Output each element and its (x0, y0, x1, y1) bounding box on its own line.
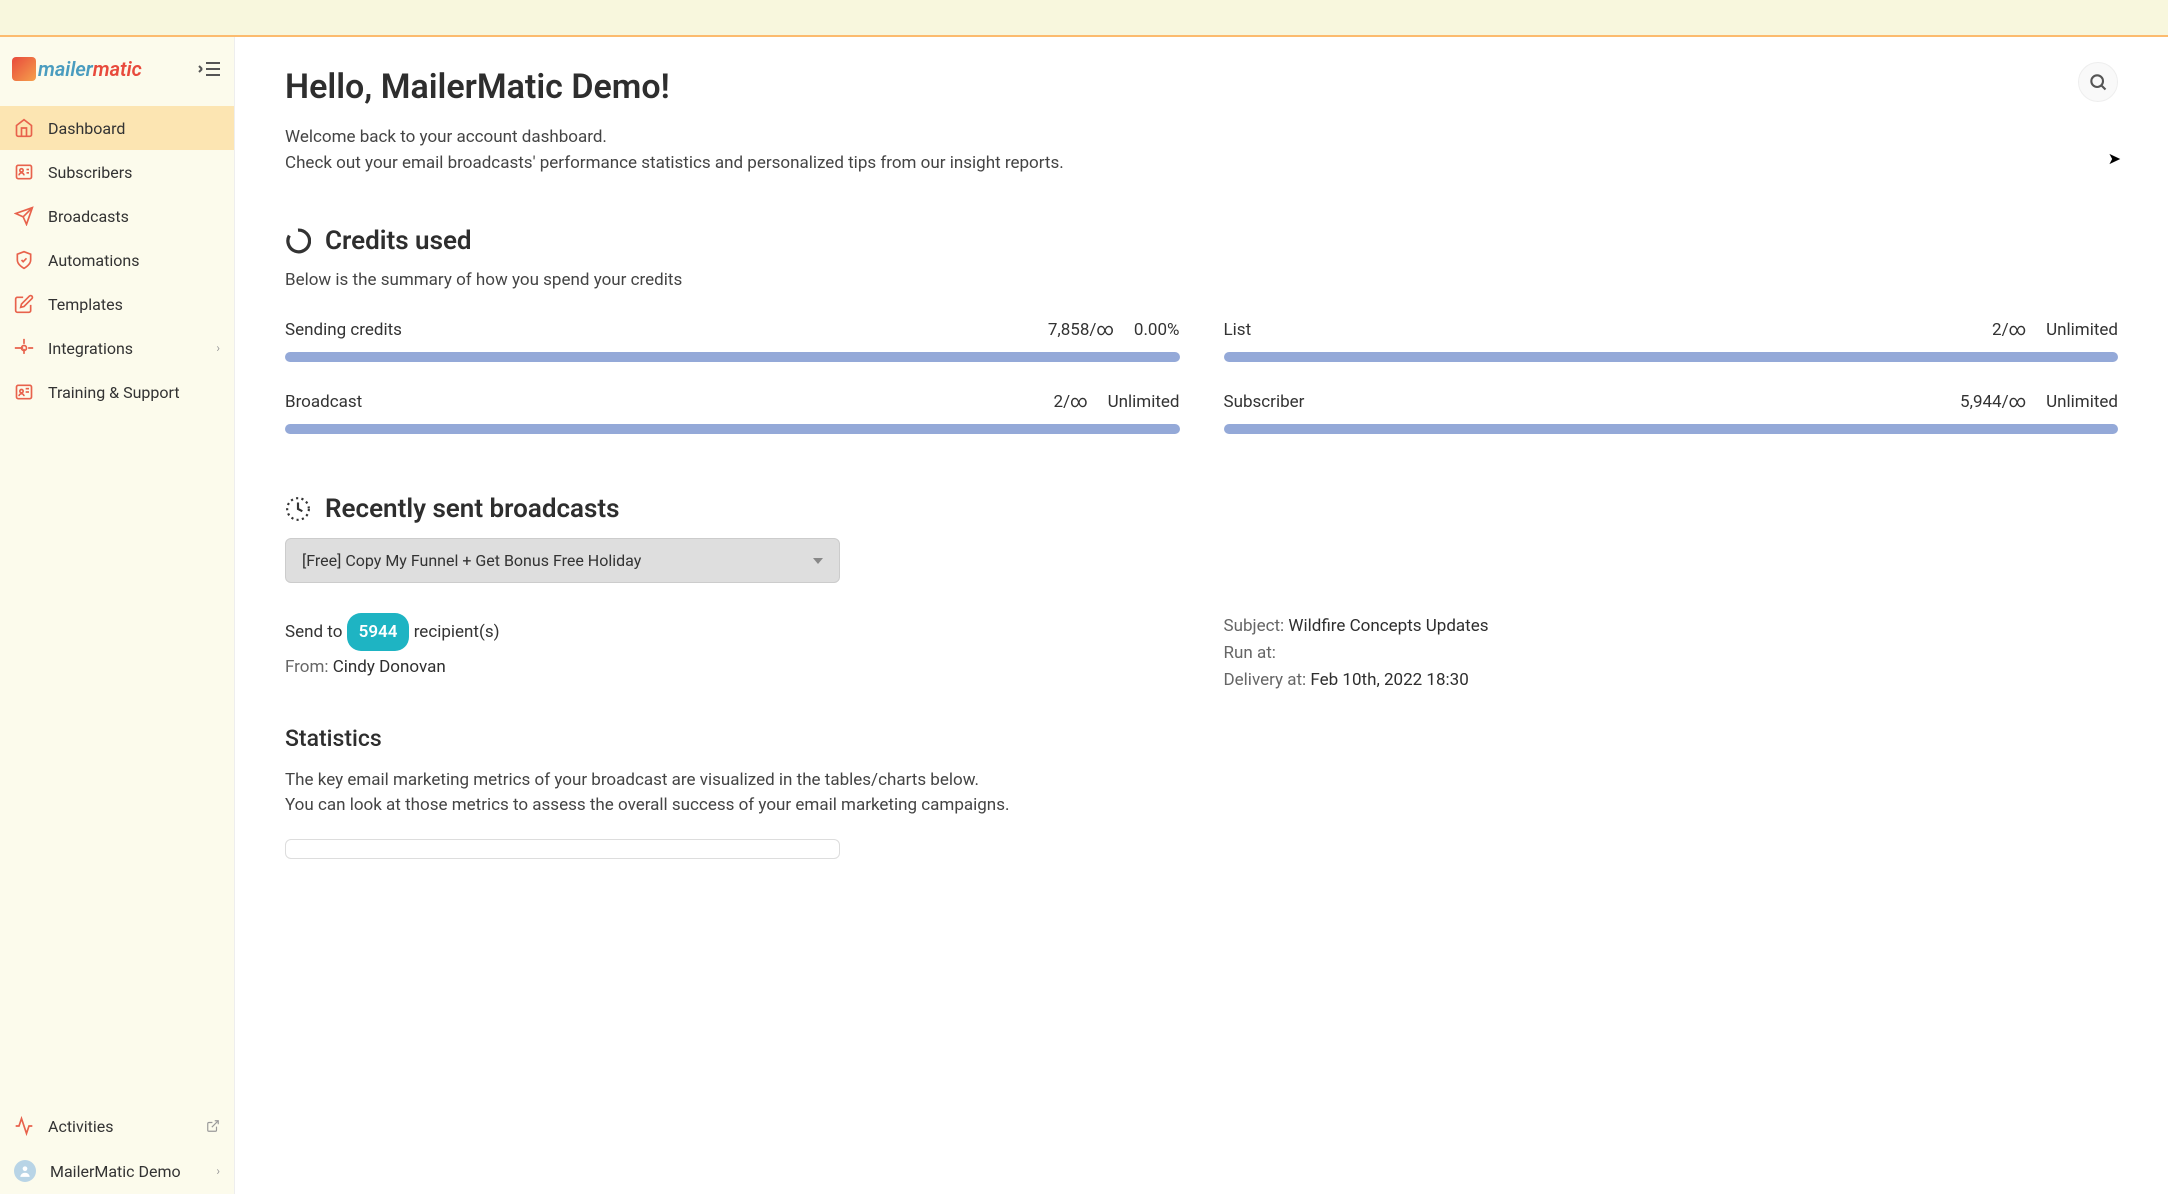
recipients-suffix: recipient(s) (414, 622, 500, 642)
clock-dotted-icon (285, 496, 311, 522)
search-button[interactable] (2078, 62, 2118, 102)
nav-item-subscribers[interactable]: Subscribers (0, 150, 234, 194)
credit-status: 0.00% (1134, 320, 1180, 340)
shield-check-icon (14, 250, 34, 270)
credit-status: Unlimited (1108, 392, 1180, 412)
credit-count: 5,944/∞ (1960, 392, 2026, 412)
page-title: Hello, MailerMatic Demo! (285, 67, 2118, 107)
nav-label: Integrations (48, 339, 202, 358)
sidebar-header: mailermatic (0, 37, 234, 106)
credit-status: Unlimited (2046, 320, 2118, 340)
logo[interactable]: mailermatic (12, 57, 142, 81)
search-icon (2088, 72, 2108, 92)
nav-label: Activities (48, 1117, 192, 1136)
collapse-sidebar-button[interactable] (198, 60, 222, 78)
edit-icon (14, 294, 34, 314)
credits-header: Credits used (285, 226, 2118, 256)
credit-count: 2/∞ (1992, 320, 2026, 340)
credits-grid: Sending credits 7,858/∞ 0.00% List 2/∞ U… (285, 320, 2118, 434)
nav-item-user-profile[interactable]: MailerMatic Demo › (0, 1148, 234, 1194)
statistics-text: The key email marketing metrics of your … (285, 768, 2118, 819)
home-icon (14, 118, 34, 138)
credit-label: Subscriber (1224, 392, 1305, 412)
nav-label: Dashboard (48, 119, 220, 138)
credits-subtitle: Below is the summary of how you spend yo… (285, 270, 2118, 290)
users-icon (14, 162, 34, 182)
broadcasts-header: Recently sent broadcasts (285, 494, 2118, 524)
nav-list: Dashboard Subscribers Broadcasts Automat… (0, 106, 234, 1104)
broadcast-select[interactable]: [Free] Copy My Funnel + Get Bonus Free H… (285, 538, 840, 583)
nav-item-dashboard[interactable]: Dashboard (0, 106, 234, 150)
avatar-icon (14, 1160, 36, 1182)
detail-right: Subject: Wildfire Concepts Updates Run a… (1224, 613, 2119, 695)
nav-label: Training & Support (48, 383, 220, 402)
credit-count: 2/∞ (1054, 392, 1088, 412)
progress-bar (285, 352, 1180, 362)
sidebar-bottom: Activities MailerMatic Demo › (0, 1104, 234, 1194)
detail-left: Send to 5944 recipient(s) From: Cindy Do… (285, 613, 1180, 695)
credit-count: 7,858/∞ (1048, 320, 1114, 340)
progress-bar (1224, 424, 2119, 434)
nav-label: Broadcasts (48, 207, 220, 226)
nav-label: Templates (48, 295, 220, 314)
caret-down-icon (813, 556, 823, 566)
chart-donut-icon (285, 228, 311, 254)
welcome-text: Welcome back to your account dashboard. … (285, 125, 2118, 176)
statistics-line1: The key email marketing metrics of your … (285, 768, 2118, 794)
statistics-chart-placeholder (285, 839, 840, 859)
delivery-value: Feb 10th, 2022 18:30 (1310, 670, 1468, 690)
nav-item-training-support[interactable]: Training & Support (0, 370, 234, 414)
send-to-prefix: Send to (285, 622, 342, 642)
broadcasts-title: Recently sent broadcasts (325, 494, 619, 524)
broadcast-details: Send to 5944 recipient(s) From: Cindy Do… (285, 613, 2118, 695)
chevron-right-icon: › (216, 1164, 220, 1178)
refresh-icon (14, 338, 34, 358)
credit-status: Unlimited (2046, 392, 2118, 412)
book-icon (14, 382, 34, 402)
nav-item-broadcasts[interactable]: Broadcasts (0, 194, 234, 238)
credit-label: Broadcast (285, 392, 362, 412)
credit-label: List (1224, 320, 1252, 340)
nav-item-integrations[interactable]: Integrations › (0, 326, 234, 370)
nav-item-automations[interactable]: Automations (0, 238, 234, 282)
logo-text: mailermatic (38, 57, 142, 81)
credit-broadcast: Broadcast 2/∞ Unlimited (285, 392, 1180, 434)
credits-title: Credits used (325, 226, 472, 256)
credit-subscriber: Subscriber 5,944/∞ Unlimited (1224, 392, 2119, 434)
app-container: mailermatic Dashboard (0, 37, 2168, 1194)
external-link-icon (206, 1119, 220, 1133)
progress-bar (285, 424, 1180, 434)
subject-value: Wildfire Concepts Updates (1288, 616, 1488, 636)
delivery-label: Delivery at: (1224, 670, 1307, 690)
nav-item-activities[interactable]: Activities (0, 1104, 234, 1148)
welcome-line2: Check out your email broadcasts' perform… (285, 151, 2118, 177)
statistics-line2: You can look at those metrics to assess … (285, 793, 2118, 819)
credit-label: Sending credits (285, 320, 402, 340)
sidebar: mailermatic Dashboard (0, 37, 235, 1194)
credit-sending: Sending credits 7,858/∞ 0.00% (285, 320, 1180, 362)
welcome-line1: Welcome back to your account dashboard. (285, 125, 2118, 151)
activity-icon (14, 1116, 34, 1136)
top-banner (0, 0, 2168, 37)
nav-label: Subscribers (48, 163, 220, 182)
nav-label: Automations (48, 251, 220, 270)
main-content: Hello, MailerMatic Demo! Welcome back to… (235, 37, 2168, 1194)
broadcast-selected-value: [Free] Copy My Funnel + Get Bonus Free H… (302, 551, 641, 570)
chevron-right-icon: › (216, 341, 220, 355)
user-name: MailerMatic Demo (50, 1162, 202, 1181)
from-value: Cindy Donovan (333, 657, 446, 677)
nav-item-templates[interactable]: Templates (0, 282, 234, 326)
subject-label: Subject: (1224, 616, 1285, 636)
logo-icon (12, 57, 36, 81)
credit-list: List 2/∞ Unlimited (1224, 320, 2119, 362)
statistics-title: Statistics (285, 725, 2118, 752)
progress-bar (1224, 352, 2119, 362)
recipients-badge: 5944 (347, 613, 410, 651)
collapse-icon (198, 60, 222, 78)
run-at-label: Run at: (1224, 643, 1276, 663)
from-label: From: (285, 657, 329, 677)
send-icon (14, 206, 34, 226)
